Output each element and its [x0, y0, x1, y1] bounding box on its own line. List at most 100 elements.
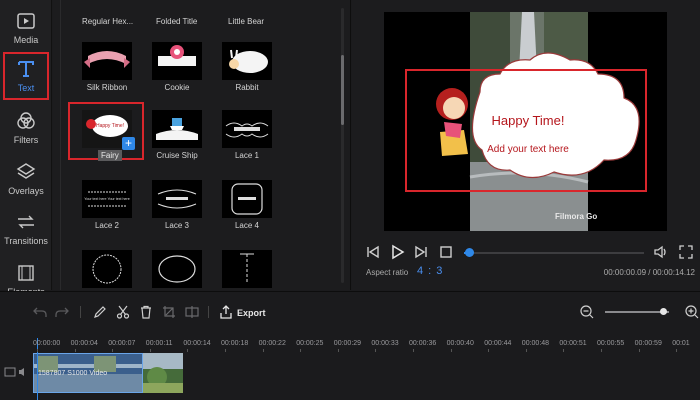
filters-icon	[17, 112, 35, 129]
transitions-icon	[18, 215, 34, 229]
template-label-little-bear[interactable]: Little Bear	[228, 17, 264, 26]
template-thumbnail	[152, 110, 202, 148]
timeline-tick-label: 00:00:36	[409, 340, 437, 347]
total-time: 00:00:14.12	[652, 268, 695, 277]
timeline-clip-2[interactable]	[143, 353, 183, 393]
template-label: Cookie	[164, 83, 190, 92]
timeline-tick	[337, 349, 339, 352]
template-label: Rabbit	[235, 83, 259, 92]
timeline-tick-label: 00:00:00	[33, 340, 61, 347]
edit-pencil-icon[interactable]	[93, 305, 107, 319]
template-label: Lace 1	[234, 151, 260, 160]
undo-icon[interactable]	[33, 305, 47, 319]
sidebar-item-transitions[interactable]: Transitions	[3, 205, 49, 253]
timeline-tick	[300, 349, 302, 352]
export-icon[interactable]	[219, 305, 233, 319]
sidebar-item-label: Transitions	[4, 236, 48, 246]
zoom-out-icon[interactable]	[580, 305, 594, 319]
sidebar-item-media[interactable]: Media	[3, 4, 49, 52]
timeline-tick-label: 00:00:04	[70, 340, 98, 347]
timeline-tick-label: 00:00:22	[258, 340, 286, 347]
template-label-regular-hex[interactable]: Regular Hex...	[82, 17, 133, 26]
aspect-ratio-value[interactable]: 4 : 3	[417, 265, 443, 277]
time-readout: 00:00:00.09 / 00:00:14.12	[603, 268, 695, 277]
volume-icon[interactable]	[653, 244, 669, 260]
add-template-button[interactable]: +	[122, 137, 135, 150]
template-scroll-thumb[interactable]	[341, 55, 344, 125]
current-time: 00:00:00.09	[603, 268, 647, 277]
timeline-tick	[375, 349, 377, 352]
track-audio-icon[interactable]	[18, 366, 30, 378]
template-lace-3[interactable]: Lace 3	[152, 180, 202, 230]
template-label: Silk Ribbon	[86, 83, 128, 92]
timeline-tick	[225, 349, 226, 352]
panel-divider	[60, 0, 61, 290]
scissors-icon[interactable]	[116, 305, 130, 319]
zoom-slider-handle[interactable]	[660, 308, 667, 315]
stop-icon[interactable]	[438, 244, 454, 260]
aspect-ratio-label: Aspect ratio	[366, 268, 409, 277]
text-selection-box[interactable]	[405, 69, 647, 192]
timeline-tick-label: 00:00:07	[108, 340, 136, 347]
play-icon[interactable]	[389, 244, 405, 260]
sidebar-item-filters[interactable]: Filters	[3, 104, 49, 152]
track-film-icon	[4, 367, 16, 377]
sidebar-item-label: Filters	[13, 135, 39, 145]
left-toolbar: Media Text Filters Overlays Transitions …	[0, 0, 52, 297]
split-screen-icon[interactable]	[185, 305, 199, 319]
preview-sub-text[interactable]: Add your text here	[463, 144, 593, 155]
template-lace-2[interactable]: Your text here Your text here Lace 2	[82, 180, 132, 230]
overlays-icon	[16, 163, 36, 179]
media-icon	[17, 13, 35, 29]
timeline-tick-label: 00:00:33	[371, 340, 399, 347]
sidebar-item-label: Text	[17, 83, 35, 93]
template-thumbnail-row4-1[interactable]	[82, 250, 132, 288]
next-frame-icon[interactable]	[413, 244, 429, 260]
template-label-folded-title[interactable]: Folded Title	[156, 17, 197, 26]
playback-progress-handle[interactable]	[465, 248, 474, 257]
timeline-tick-label: 00:00:11	[145, 340, 173, 347]
template-silk-ribbon[interactable]: Silk Ribbon	[82, 42, 132, 92]
timeline-tick-label: 00:00:40	[446, 340, 474, 347]
timeline-tick	[450, 349, 452, 352]
sidebar-item-label: Overlays	[8, 186, 44, 196]
fullscreen-icon[interactable]	[678, 244, 694, 260]
sidebar-item-overlays[interactable]: Overlays	[3, 155, 49, 203]
template-lace-1[interactable]: Lace 1	[222, 110, 272, 160]
template-lace-4[interactable]: Lace 4	[222, 180, 272, 230]
redo-icon[interactable]	[55, 305, 69, 319]
text-icon	[18, 61, 34, 77]
template-cruise-ship[interactable]: Cruise Ship	[152, 110, 202, 160]
template-rabbit[interactable]: Rabbit	[222, 42, 272, 92]
template-cookie[interactable]: Cookie	[152, 42, 202, 92]
template-scrollbar[interactable]	[341, 8, 344, 283]
preview-title-text[interactable]: Happy Time!	[463, 113, 593, 128]
template-label-fairy: Fairy	[98, 150, 122, 161]
template-label: Lace 4	[234, 221, 260, 230]
previous-frame-icon[interactable]	[365, 244, 381, 260]
crop-icon[interactable]	[162, 305, 176, 319]
clip-name: 1587807 S1000 Video	[38, 370, 108, 377]
timeline-tick-label: 00:00:18	[221, 340, 249, 347]
template-thumbnail	[222, 180, 272, 218]
toolbar-separator	[80, 306, 81, 318]
sidebar-item-text[interactable]: Text	[3, 52, 49, 100]
timeline-tick	[525, 349, 527, 352]
template-label: Lace 3	[164, 221, 190, 230]
playback-progress-track[interactable]	[464, 252, 644, 254]
trash-icon[interactable]	[139, 305, 153, 319]
timeline-playhead[interactable]	[37, 338, 38, 400]
template-label: Lace 2	[94, 221, 120, 230]
timeline-tick	[262, 349, 264, 352]
fairy-thumb-text: Happy Time!	[96, 123, 124, 129]
timeline-tick-label: 00:00:48	[521, 340, 550, 347]
template-thumbnail-row4-2[interactable]	[152, 250, 202, 288]
timeline-tick-label: 00:00:25	[296, 340, 324, 347]
timeline-tick-label: 00:01	[672, 340, 690, 347]
export-button[interactable]: Export	[237, 308, 266, 318]
timeline-tick-label: 00:00:44	[484, 340, 512, 347]
zoom-in-icon[interactable]	[685, 305, 699, 319]
timeline-tick	[37, 349, 38, 352]
timeline-tick	[112, 349, 114, 352]
template-thumbnail-row4-3[interactable]	[222, 250, 272, 288]
